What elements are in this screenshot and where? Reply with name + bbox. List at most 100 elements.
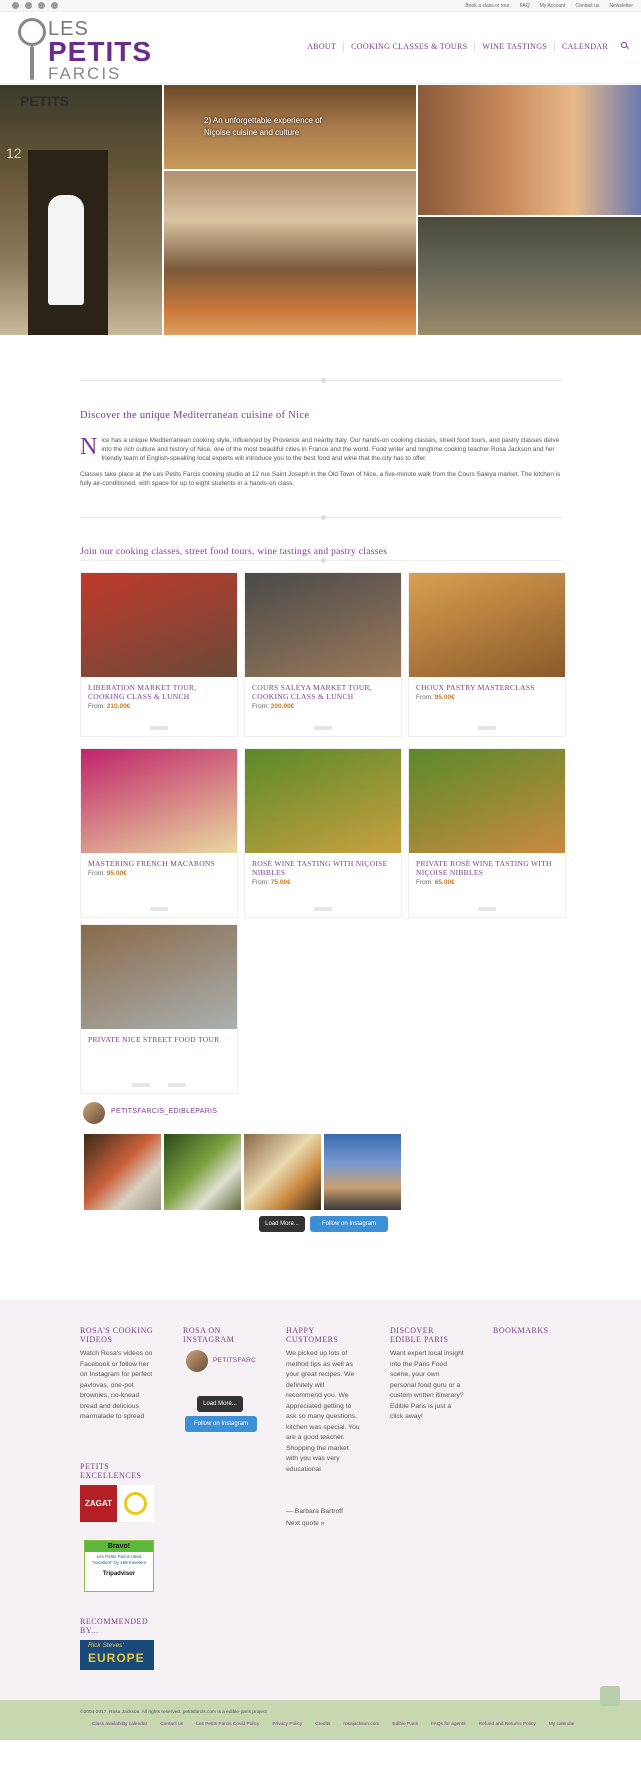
copyright: ©2004-2017, Rosa Jackson. All rights res… (80, 1710, 267, 1715)
newsletter-link[interactable]: Newsletter (609, 3, 633, 9)
instagram-avatar[interactable] (83, 1102, 105, 1124)
bottom-link[interactable]: Privacy Policy (272, 1722, 302, 1727)
instagram-follow-button[interactable]: Follow on Instagram (310, 1216, 388, 1232)
cart-icon[interactable] (314, 907, 332, 911)
my-account-link[interactable]: My Account (540, 3, 566, 9)
class-card-image[interactable] (245, 749, 401, 853)
class-card-actions (409, 726, 565, 730)
footer-bookmarks-title: BOOKMARKS (493, 1326, 549, 1335)
class-card-price: From: 65.00€ (416, 879, 455, 886)
footer-follow-button[interactable]: Follow on Instagram (185, 1416, 257, 1432)
footer-load-more-button[interactable]: Load More... (197, 1396, 243, 1412)
class-card-image[interactable] (245, 573, 401, 677)
hero-caption: 2) An unforgettable experience of Niçois… (204, 116, 322, 137)
class-card[interactable]: MASTERING FRENCH MACARONS From: 95.00€ (80, 748, 238, 918)
class-card-title[interactable]: ROSÉ WINE TASTING WITH NIÇOISE NIBBLES (245, 853, 401, 877)
details-icon[interactable] (168, 1083, 186, 1087)
class-card-actions (81, 726, 237, 730)
class-card-title[interactable]: CHOUX PASTRY MASTERCLASS (409, 677, 565, 692)
cart-icon[interactable] (132, 1083, 150, 1087)
next-quote-link[interactable]: Next quote » (286, 1519, 325, 1530)
intro-title: Discover the unique Mediterranean cuisin… (80, 410, 310, 421)
footer-instagram-handle[interactable]: PETITSFARC (213, 1357, 256, 1364)
bottom-link[interactable]: My calendar (549, 1722, 575, 1727)
cart-icon[interactable] (150, 907, 168, 911)
nav-about[interactable]: ABOUT (300, 42, 343, 51)
youtube-icon[interactable] (51, 2, 58, 9)
bottom-link[interactable]: Refund and Returns Policy (479, 1722, 536, 1727)
class-card[interactable]: PRIVATE NICE STREET FOOD TOUR (80, 924, 238, 1094)
intro-text: Nice has a unique Mediterranean cooking … (80, 434, 561, 487)
class-card[interactable]: ROSÉ WINE TASTING WITH NIÇOISE NIBBLES Fr… (244, 748, 402, 918)
footer-recommended-title: RECOMMENDED BY... (80, 1617, 149, 1635)
nav-cooking-classes[interactable]: COOKING CLASSES & TOURS (343, 42, 474, 51)
class-card-title[interactable]: MASTERING FRENCH MACARONS (81, 853, 237, 868)
tripadvisor-badge[interactable]: Bravo! Les Petits Farcis rated "excellen… (84, 1540, 154, 1592)
class-card[interactable]: LIBERATION MARKET TOUR, COOKING CLASS & … (80, 572, 238, 737)
title-underline (80, 558, 562, 563)
logo-line-3: FARCIS (48, 64, 122, 83)
instagram-post[interactable] (164, 1134, 241, 1210)
fork-stem-icon (30, 46, 34, 80)
class-card-title[interactable]: PRIVATE NICE STREET FOOD TOUR (81, 1029, 237, 1044)
divider (80, 515, 562, 520)
bottom-link[interactable]: Class availability calendar (92, 1722, 147, 1727)
instagram-post[interactable] (84, 1134, 161, 1210)
class-card-title[interactable]: COURS SALEYA MARKET TOUR, COOKING CLASS … (245, 677, 401, 701)
bottom-link[interactable]: Edible Paris (392, 1722, 418, 1727)
bottom-link[interactable]: rosajackson.com (343, 1722, 379, 1727)
bottom-link[interactable]: FAQs for agents (431, 1722, 466, 1727)
class-card-image[interactable] (409, 573, 565, 677)
hero-collage: PETITS 12 2) An unforgettable experience… (0, 85, 641, 335)
zagat-badge[interactable]: ZAGAT (80, 1485, 117, 1522)
book-link[interactable]: Book a class or tour (465, 3, 509, 9)
divider (80, 378, 562, 383)
hero-photo-cooking-class (418, 217, 641, 335)
site-header: LES PETITS FARCIS ABOUT COOKING CLASSES … (0, 12, 641, 84)
class-card-actions (245, 726, 401, 730)
bottom-link[interactable]: Credits (315, 1722, 330, 1727)
footer-videos-text: Watch Rosa's videos on Facebook or follo… (80, 1350, 153, 1420)
facebook-icon[interactable] (12, 2, 19, 9)
chef-figure (48, 195, 84, 305)
bottom-link[interactable]: Contact us (160, 1722, 183, 1727)
class-card-price: From: 95.00€ (416, 694, 455, 701)
cart-icon[interactable] (478, 726, 496, 730)
class-card[interactable]: CHOUX PASTRY MASTERCLASS From: 95.00€ (408, 572, 566, 737)
class-card-image[interactable] (409, 749, 565, 853)
search-icon[interactable] (621, 42, 627, 48)
cart-icon[interactable] (478, 907, 496, 911)
site-logo[interactable]: LES PETITS FARCIS (18, 16, 168, 83)
hero-photo-market-square (164, 171, 416, 335)
nav-wine-tastings[interactable]: WINE TASTINGS (474, 42, 554, 51)
class-card[interactable]: COURS SALEYA MARKET TOUR, COOKING CLASS … (244, 572, 402, 737)
nav-calendar[interactable]: CALENDAR (554, 42, 615, 51)
footer-instagram-avatar[interactable] (186, 1350, 208, 1372)
instagram-icon[interactable] (38, 2, 45, 9)
cart-icon[interactable] (150, 726, 168, 730)
hero-photo-old-town-street (418, 85, 641, 215)
class-card-image[interactable] (81, 573, 237, 677)
instagram-post[interactable] (244, 1134, 321, 1210)
footer-testimonial-author: — Barbara Bartroff (286, 1508, 343, 1515)
rick-steves-badge[interactable]: Rick Steves' EUROPE (80, 1640, 154, 1670)
award-badge[interactable] (117, 1485, 154, 1522)
bottom-bar: ©2004-2017, Rosa Jackson. All rights res… (0, 1700, 641, 1740)
faq-link[interactable]: FAQ (520, 3, 530, 9)
footer-edible-title: DISCOVER EDIBLE PARIS (390, 1326, 449, 1344)
instagram-post[interactable] (324, 1134, 401, 1210)
class-card-image[interactable] (81, 925, 237, 1029)
cart-icon[interactable] (314, 726, 332, 730)
class-card-image[interactable] (81, 749, 237, 853)
footer-videos-title: ROSA'S COOKING VIDEOS (80, 1326, 154, 1344)
class-card-title[interactable]: PRIVATE ROSÉ WINE TASTING WITH NIÇOISE N… (409, 853, 565, 877)
class-card[interactable]: PRIVATE ROSÉ WINE TASTING WITH NIÇOISE N… (408, 748, 566, 918)
bottom-link[interactable]: Les Petits Farcis Covid Policy (196, 1722, 259, 1727)
contact-link[interactable]: Contact us (575, 3, 599, 9)
class-card-actions (81, 1083, 237, 1087)
class-card-title[interactable]: LIBERATION MARKET TOUR, COOKING CLASS & … (81, 677, 237, 701)
instagram-handle[interactable]: PETITSFARCIS_EDIBLEPARIS (111, 1108, 217, 1115)
pinterest-icon[interactable] (25, 2, 32, 9)
instagram-load-more-button[interactable]: Load More... (259, 1216, 305, 1232)
back-to-top-button[interactable] (600, 1686, 620, 1706)
